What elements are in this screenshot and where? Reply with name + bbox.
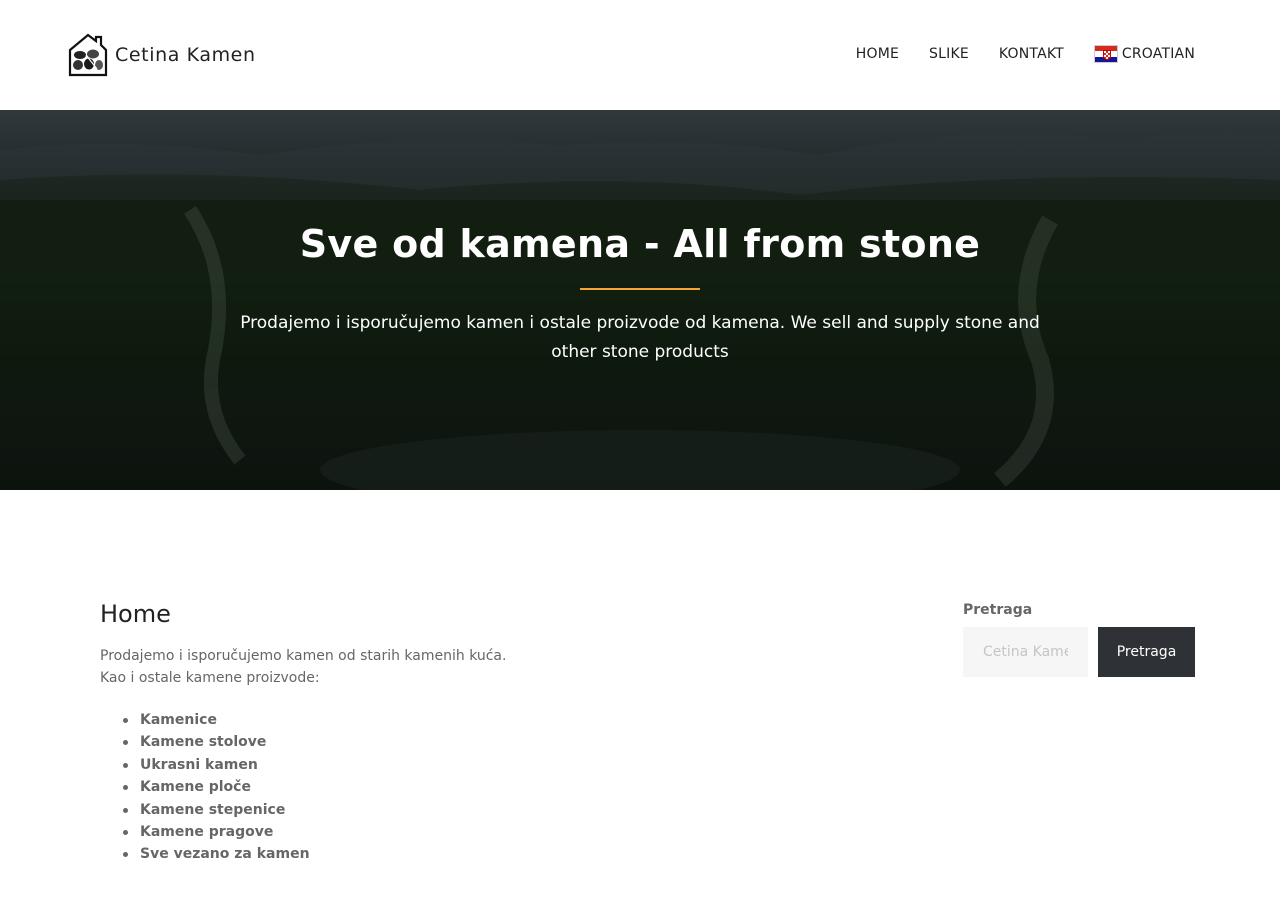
intro-line-1: Prodajemo i isporučujemo kamen od starih…	[100, 648, 507, 664]
hero-banner: Sve od kamena - All from stone Prodajemo…	[0, 110, 1280, 490]
list-item: Kamene pragove	[120, 821, 310, 843]
hero-title: Sve od kamena - All from stone	[299, 222, 981, 266]
nav-item-kontakt[interactable]: KONTAKT	[999, 46, 1064, 62]
list-item: Kamene stolove	[120, 731, 310, 753]
search-label: Pretraga	[963, 602, 1033, 618]
search-button[interactable]: Pretraga	[1098, 627, 1195, 677]
product-list: Kamenice Kamene stolove Ukrasni kamen Ka…	[120, 709, 310, 866]
stone-house-icon	[68, 33, 108, 77]
intro-text: Prodajemo i isporučujemo kamen od starih…	[100, 645, 506, 689]
list-item: Kamene stepenice	[120, 799, 310, 821]
nav-item-slike[interactable]: SLIKE	[929, 46, 969, 62]
logo-text: Cetina Kamen	[115, 44, 256, 66]
site-logo[interactable]: Cetina Kamen	[68, 33, 256, 77]
croatia-flag-icon	[1093, 45, 1118, 63]
list-item: Kamenice	[120, 709, 310, 731]
list-item: Kamene ploče	[120, 776, 310, 798]
page-title: Home	[100, 600, 171, 628]
intro-line-2: Kao i ostale kamene proizvode:	[100, 670, 320, 686]
hero-divider	[580, 288, 700, 290]
landscape-background	[0, 131, 1280, 490]
hero-subtitle: Prodajemo i isporučujemo kamen i ostale …	[240, 313, 1040, 362]
search-input[interactable]	[963, 627, 1088, 677]
nav-item-home[interactable]: HOME	[856, 46, 899, 62]
list-item: Ukrasni kamen	[120, 754, 310, 776]
main-nav: HOME SLIKE KONTAKT CROATIAN	[856, 45, 1195, 63]
language-label: CROATIAN	[1121, 46, 1195, 62]
language-switcher[interactable]: CROATIAN	[1093, 45, 1195, 63]
list-item: Sve vezano za kamen	[120, 843, 310, 865]
site-header: Cetina Kamen HOME SLIKE KONTAKT CROATIAN	[0, 0, 1280, 110]
